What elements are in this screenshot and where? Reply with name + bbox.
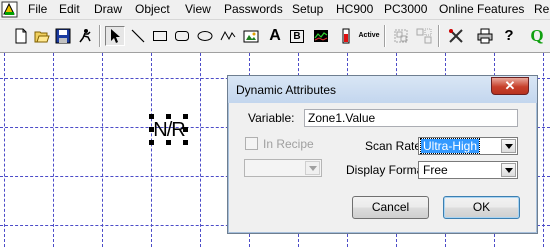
dialog-body: Variable: Zone1.Value In Recipe Scan Rat… <box>235 103 528 225</box>
trend-icon[interactable] <box>311 26 331 46</box>
group-icon[interactable] <box>391 26 411 46</box>
cancel-button[interactable]: Cancel <box>352 196 429 219</box>
selection-handle[interactable] <box>166 114 171 119</box>
recipe-select[interactable] <box>244 159 322 177</box>
scan-rate-select[interactable]: Ultra-High <box>418 137 518 155</box>
chevron-down-icon[interactable] <box>501 139 516 153</box>
toolbar-separator <box>438 25 440 47</box>
menu-view[interactable]: View <box>185 2 211 17</box>
selection-handle[interactable] <box>183 114 188 119</box>
chevron-down-icon[interactable] <box>305 161 320 175</box>
rounded-rectangle-icon[interactable] <box>172 26 192 46</box>
scan-rate-value: Ultra-High <box>419 138 481 154</box>
in-recipe-checkbox[interactable] <box>245 137 258 150</box>
save-icon[interactable] <box>53 26 73 46</box>
select-arrow-icon[interactable] <box>105 26 125 46</box>
ungroup-icon[interactable] <box>414 26 434 46</box>
grid-line <box>4 53 5 247</box>
open-icon[interactable] <box>32 26 52 46</box>
toolbar: A B Active ? Q <box>0 20 550 53</box>
help-label: ? <box>504 27 514 44</box>
ok-button[interactable]: OK <box>443 196 520 219</box>
selection-handle[interactable] <box>149 140 154 145</box>
dynamic-attributes-dialog: Dynamic Attributes ✕ Variable: Zone1.Val… <box>227 75 538 234</box>
display-format-value: Free <box>423 163 448 177</box>
dialog-title: Dynamic Attributes <box>236 83 337 97</box>
variable-label: Variable: <box>248 111 295 125</box>
selection-handle[interactable] <box>183 127 188 132</box>
in-recipe-label: In Recipe <box>263 137 314 151</box>
bitmap-icon[interactable] <box>241 26 261 46</box>
text-icon[interactable]: A <box>265 26 285 46</box>
print-icon[interactable] <box>475 26 495 46</box>
dialog-title-bar[interactable]: Dynamic Attributes ✕ <box>228 76 537 103</box>
rectangle-icon[interactable] <box>150 26 170 46</box>
menu-pc3000[interactable]: PC3000 <box>384 2 427 17</box>
menu-object[interactable]: Object <box>135 2 170 17</box>
toolbar-separator <box>384 25 386 47</box>
q-label: Q <box>530 26 544 45</box>
menu-file[interactable]: File <box>28 2 47 17</box>
menu-draw[interactable]: Draw <box>94 2 122 17</box>
selected-display-object[interactable]: N/R <box>149 114 188 145</box>
grid-line <box>543 53 544 247</box>
close-icon[interactable]: ✕ <box>491 77 529 95</box>
app-icon[interactable] <box>1 1 18 18</box>
menu-hc900[interactable]: HC900 <box>336 2 373 17</box>
selection-handle[interactable] <box>149 114 154 119</box>
grid-line <box>53 53 54 247</box>
selection-handle[interactable] <box>166 140 171 145</box>
selection-handle[interactable] <box>183 140 188 145</box>
display-format-select[interactable]: Free <box>418 161 518 179</box>
menu-online-features[interactable]: Online Features <box>439 2 524 17</box>
button-icon[interactable]: B <box>287 26 307 46</box>
q-icon[interactable]: Q <box>527 26 547 46</box>
grid-line <box>102 53 103 247</box>
menu-bar: File Edit Draw Object View Passwords Set… <box>0 0 550 20</box>
button-tool-label: B <box>290 29 304 43</box>
selection-handle[interactable] <box>149 127 154 132</box>
ellipse-icon[interactable] <box>195 26 215 46</box>
toolbar-separator <box>99 25 101 47</box>
active-tool-label: Active <box>358 32 380 39</box>
active-icon[interactable]: Active <box>358 26 380 46</box>
new-icon[interactable] <box>11 26 31 46</box>
grid-line <box>151 53 152 247</box>
text-tool-label: A <box>269 27 281 44</box>
line-icon[interactable] <box>128 26 148 46</box>
tools-icon[interactable] <box>446 26 466 46</box>
help-icon[interactable]: ? <box>499 26 519 46</box>
menu-passwords[interactable]: Passwords <box>224 2 283 17</box>
polyline-icon[interactable] <box>218 26 238 46</box>
run-icon[interactable] <box>75 26 95 46</box>
menu-edit[interactable]: Edit <box>59 2 80 17</box>
menu-re[interactable]: Re <box>534 2 549 17</box>
bargraph-icon[interactable] <box>336 26 356 46</box>
chevron-down-icon[interactable] <box>501 163 516 177</box>
scan-rate-label: Scan Rate: <box>365 139 425 153</box>
grid-line <box>200 53 201 247</box>
variable-input[interactable]: Zone1.Value <box>304 109 518 127</box>
menu-setup[interactable]: Setup <box>292 2 323 17</box>
